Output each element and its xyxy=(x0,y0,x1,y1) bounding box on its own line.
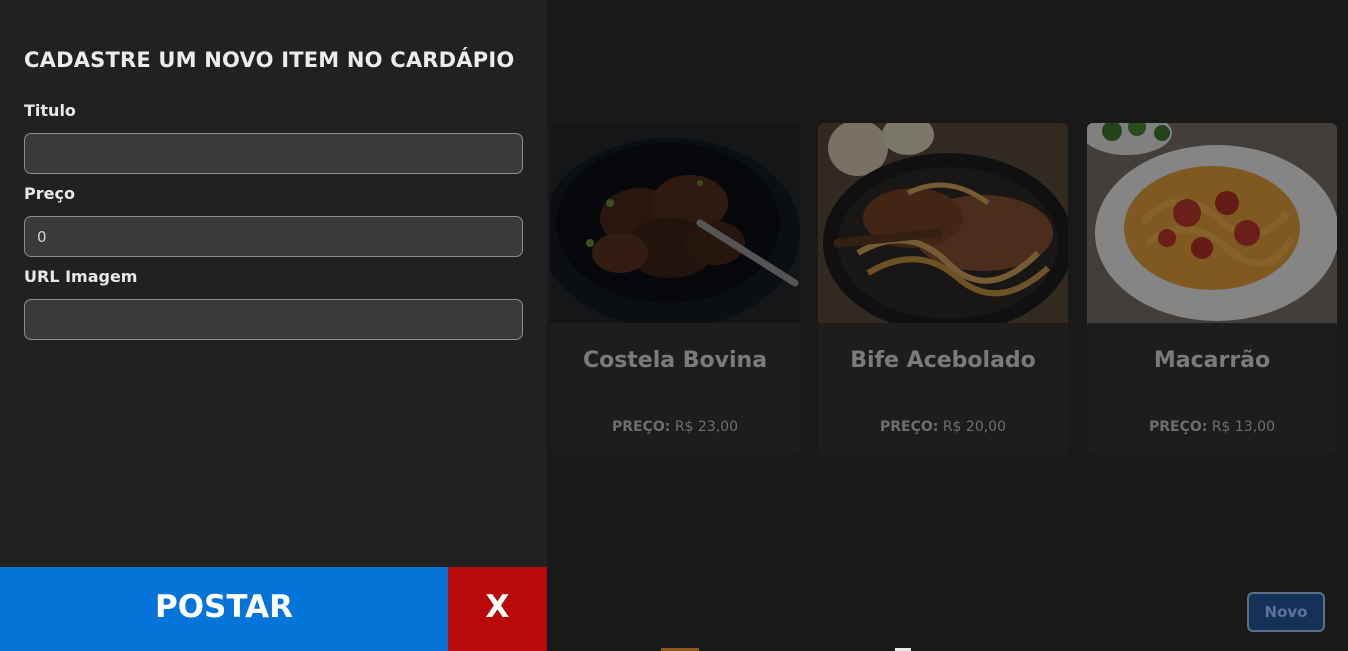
submit-button[interactable]: POSTAR xyxy=(0,567,448,651)
food-image-bife xyxy=(818,123,1068,323)
price-value: R$ 23,00 xyxy=(674,419,738,435)
price-prefix: PREÇO: xyxy=(1148,419,1208,435)
title-label: Titulo xyxy=(24,101,76,120)
price-label: Preço xyxy=(24,184,75,203)
food-image-costela xyxy=(550,123,800,323)
menu-card-title: Costela Bovina xyxy=(582,348,768,373)
menu-card-title: Macarrão xyxy=(1153,348,1271,373)
title-input[interactable] xyxy=(24,133,523,174)
menu-card-price: PREÇO: R$ 20,00 xyxy=(818,419,1068,435)
menu-card-macarrao[interactable]: Macarrão PREÇO: R$ 13,00 xyxy=(1087,123,1337,455)
new-item-button[interactable]: Novo xyxy=(1247,592,1325,632)
menu-card-price: PREÇO: R$ 23,00 xyxy=(550,419,800,435)
price-prefix: PREÇO: xyxy=(879,419,939,435)
price-value: R$ 13,00 xyxy=(1211,419,1275,435)
new-item-drawer: CADASTRE UM NOVO ITEM NO CARDÁPIO Titulo… xyxy=(0,0,547,651)
menu-card-costela[interactable]: Costela Bovina PREÇO: R$ 23,00 xyxy=(550,123,800,455)
price-value: R$ 20,00 xyxy=(942,419,1006,435)
image-url-label: URL Imagem xyxy=(24,267,138,286)
menu-card-price: PREÇO: R$ 13,00 xyxy=(1087,419,1337,435)
price-prefix: PREÇO: xyxy=(611,419,671,435)
food-image-macarrao xyxy=(1087,123,1337,323)
menu-card-bife[interactable]: Bife Acebolado PREÇO: R$ 20,00 xyxy=(818,123,1068,455)
close-button[interactable]: X xyxy=(448,567,547,651)
drawer-title: CADASTRE UM NOVO ITEM NO CARDÁPIO xyxy=(24,48,515,72)
menu-card-title: Bife Acebolado xyxy=(850,348,1036,373)
image-url-input[interactable] xyxy=(24,299,523,340)
price-input[interactable] xyxy=(24,216,523,257)
